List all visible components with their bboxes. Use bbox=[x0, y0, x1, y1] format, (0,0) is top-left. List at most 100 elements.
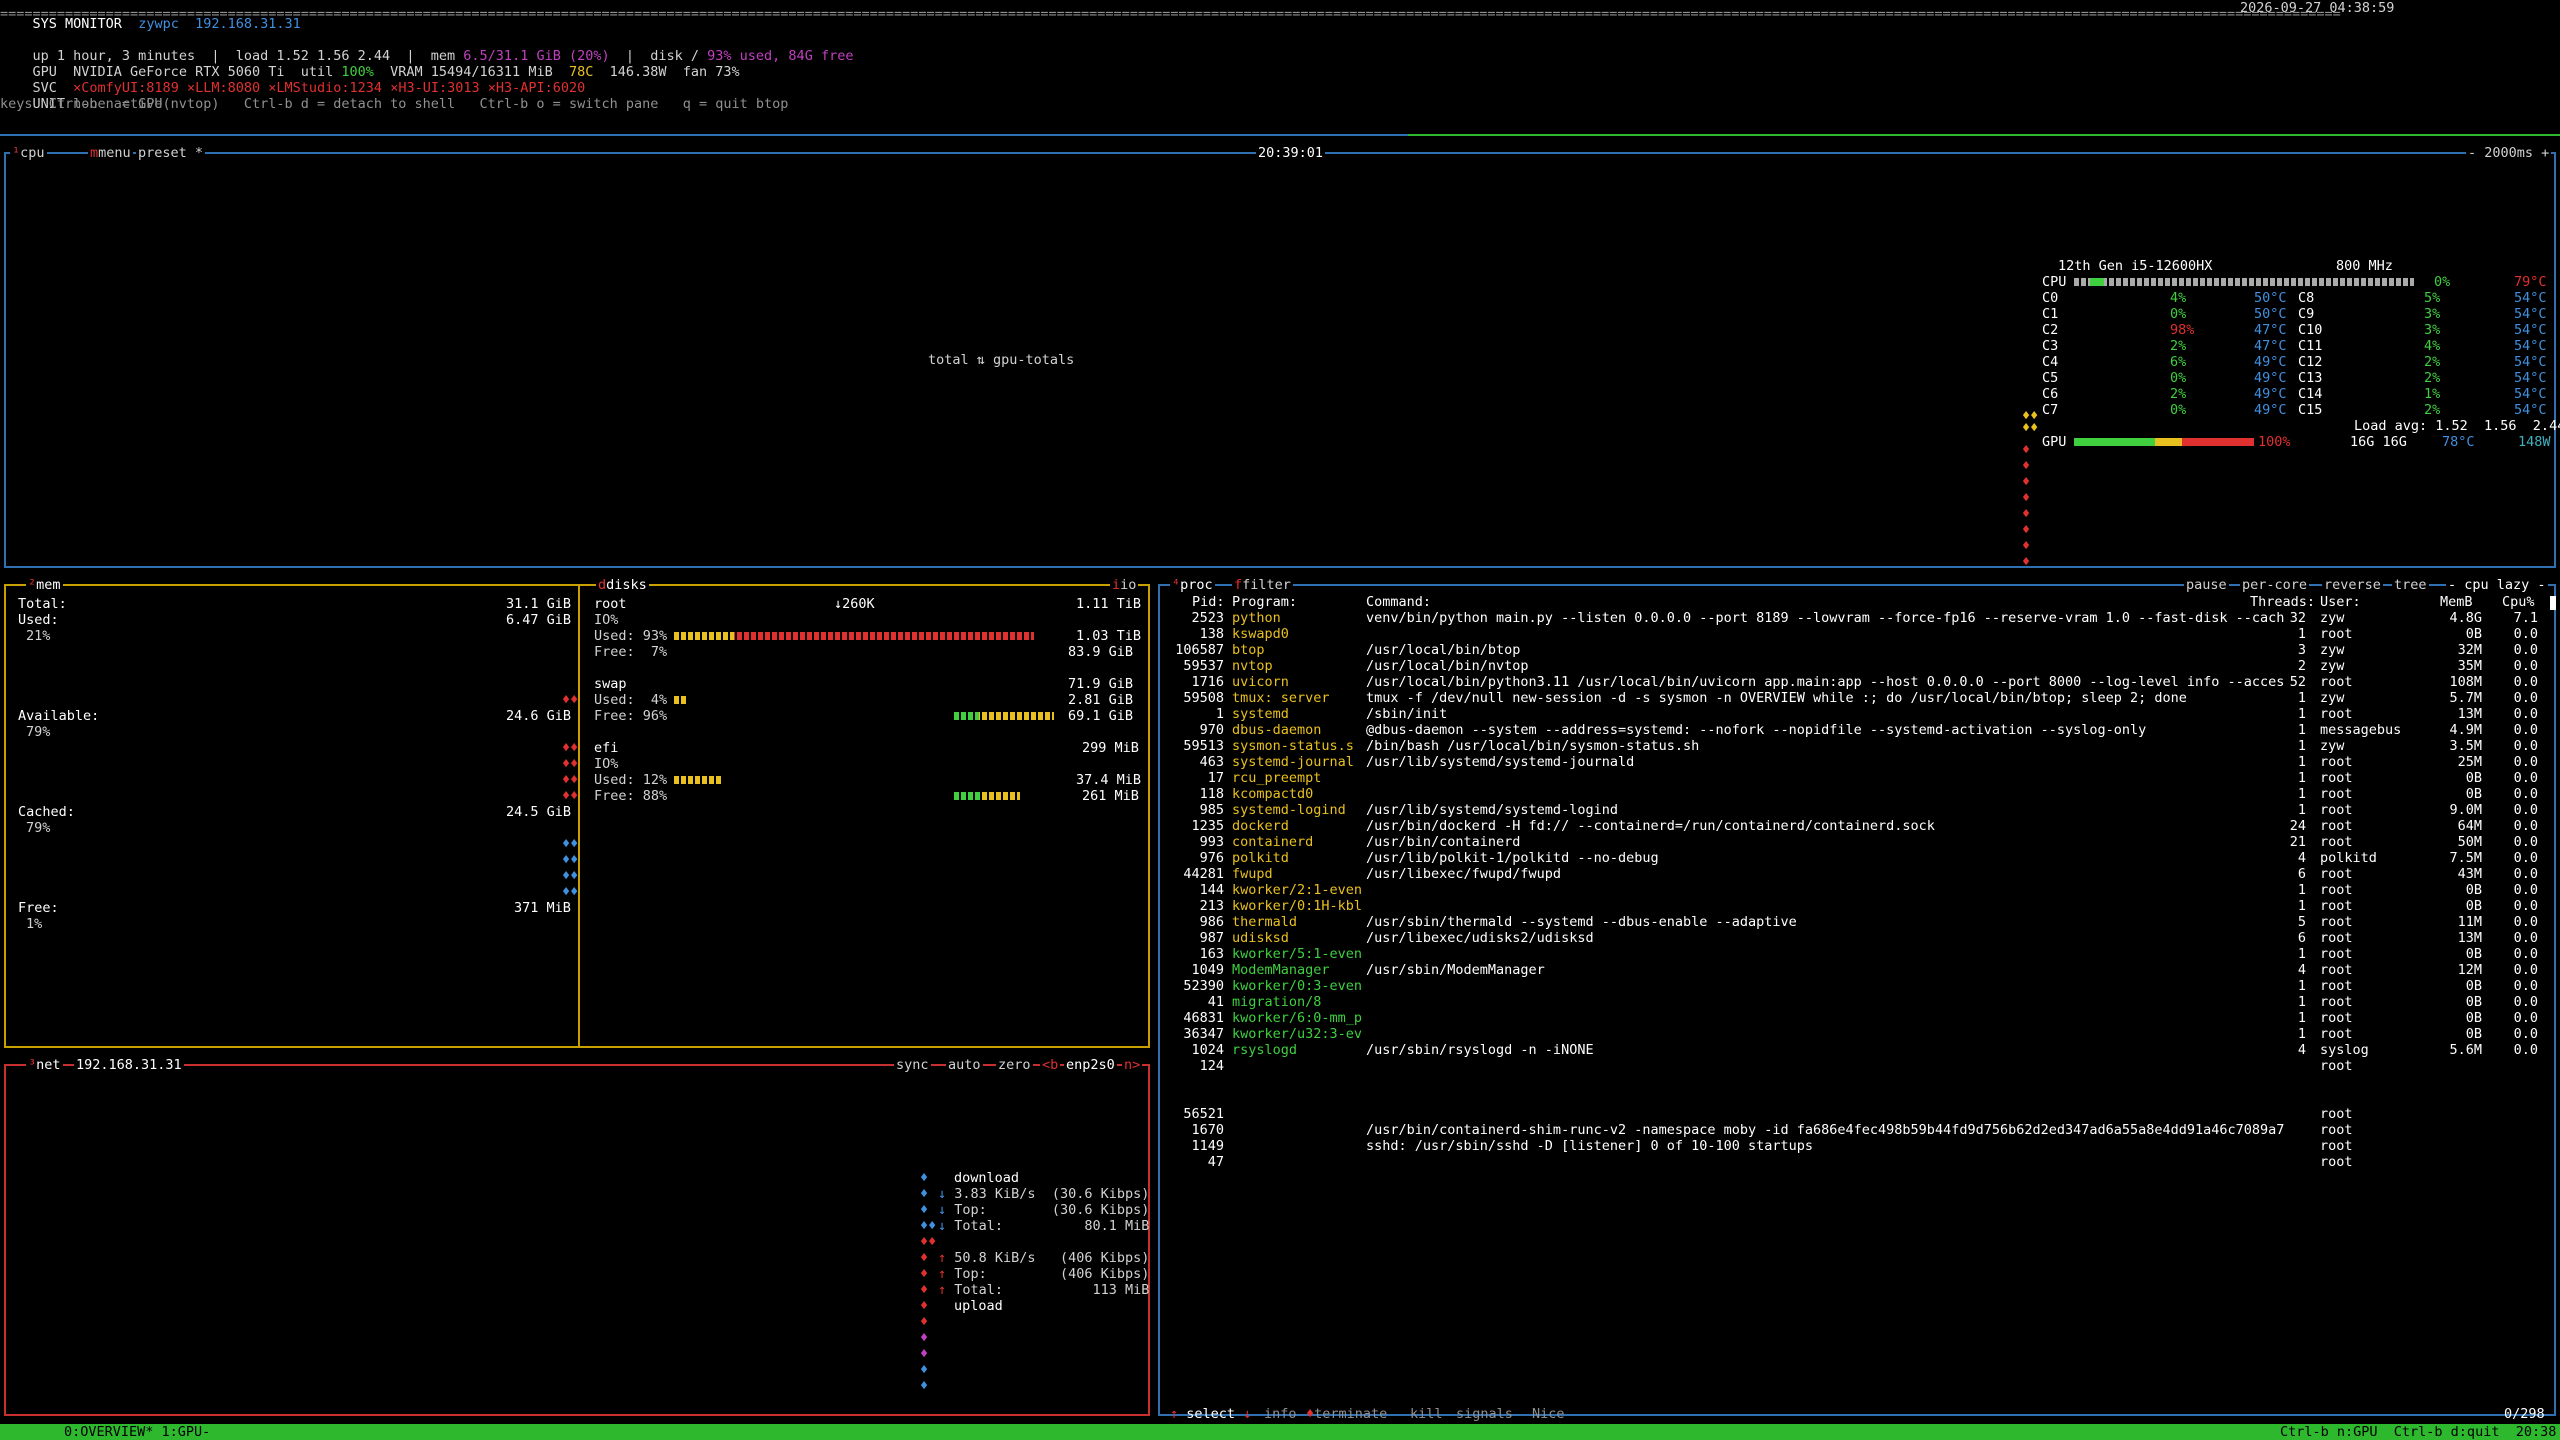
footer-signals[interactable]: signals bbox=[1456, 1406, 1513, 1422]
proc-tab-tree[interactable]: tree bbox=[2392, 577, 2429, 593]
process-row[interactable]: 47 root bbox=[1160, 1154, 2550, 1170]
proc-filter[interactable]: filter bbox=[1242, 577, 1291, 593]
scrollbar-thumb[interactable] bbox=[2550, 596, 2556, 610]
process-row[interactable]: 138 kswapd0 1 root 0B 0.0 bbox=[1160, 626, 2550, 642]
process-row[interactable]: 1049 ModemManager/usr/sbin/ModemManager 4 r… bbox=[1160, 962, 2550, 978]
proc-mem: 7.5M bbox=[2449, 850, 2482, 866]
process-row[interactable]: 986 thermald/usr/sbin/thermald --systemd … bbox=[1160, 914, 2550, 930]
process-row[interactable]: 1149 sshd: /usr/sbin/sshd -D [listener] 0… bbox=[1160, 1138, 2550, 1154]
process-row[interactable]: 59537 nvtop/usr/local/bin/nvtop 2 zyw 35M 0.0 bbox=[1160, 658, 2550, 674]
col-pid[interactable]: Pid: bbox=[1192, 594, 1225, 610]
col-program[interactable]: Program: bbox=[1232, 594, 1297, 610]
process-row[interactable]: 17 rcu_preempt 1 root 0B 0.0 bbox=[1160, 770, 2550, 786]
process-row[interactable]: 1024 rsyslogd/usr/sbin/rsyslogd -n -iNONE… bbox=[1160, 1042, 2550, 1058]
process-row[interactable]: 106587 btop/usr/local/bin/btop 3 zyw 32M 0.0 bbox=[1160, 642, 2550, 658]
proc-mem: 0B bbox=[2465, 978, 2482, 994]
footer-terminate[interactable]: terminate bbox=[1314, 1406, 1387, 1422]
proc-tab-percore[interactable]: per-core bbox=[2240, 577, 2310, 593]
col-command[interactable]: Command: bbox=[1366, 594, 1431, 610]
process-row[interactable]: 2523 python venv/bin/python main.py --list… bbox=[1160, 610, 2550, 626]
net-title[interactable]: net bbox=[36, 1057, 60, 1073]
process-row[interactable]: 993 containerd/usr/bin/containerd 21 root 50… bbox=[1160, 834, 2550, 850]
process-row[interactable]: 213 kworker/0:1H-kbl 1 root 0B 0.0 bbox=[1160, 898, 2550, 914]
process-row[interactable]: 1716 uvicorn/usr/local/bin/python3.11 /us… bbox=[1160, 674, 2550, 690]
process-row[interactable]: 41 migration/8 1 root 0B 0.0 bbox=[1160, 994, 2550, 1010]
proc-threads: 3 bbox=[2297, 642, 2306, 658]
disk-root-free-value: 83.9 GiB bbox=[1068, 644, 1134, 660]
net-next-iface[interactable]: n> bbox=[1122, 1057, 1143, 1073]
proc-mem: 5.7M bbox=[2449, 690, 2482, 706]
proc-sort[interactable]: - cpu lazy - bbox=[2446, 577, 2548, 593]
proc-user: zyw bbox=[2320, 642, 2345, 658]
proc-threads: 1 bbox=[2297, 738, 2306, 754]
process-row[interactable]: 56521 root bbox=[1160, 1106, 2550, 1122]
core-name: C0 bbox=[2042, 290, 2059, 306]
process-row[interactable]: 118 kcompactd0 1 root 0B 0.0 bbox=[1160, 786, 2550, 802]
proc-threads: 52 bbox=[2289, 674, 2306, 690]
tab-menu[interactable]: menu bbox=[98, 145, 131, 161]
proc-cpu: 0.0 bbox=[2513, 706, 2538, 722]
process-row[interactable]: 970 dbus-daemon @dbus-daemon --system --ad… bbox=[1160, 722, 2550, 738]
disk-efi-free-value: 261 MiB bbox=[1082, 788, 1139, 804]
gpu-temp-small: 78°C bbox=[2442, 434, 2475, 450]
proc-command: sshd: /usr/sbin/sshd -D [listener] 0 of … bbox=[1366, 1138, 1814, 1154]
process-row[interactable]: 36347 kworker/u32:3-ev 1 root 0B 0.0 bbox=[1160, 1026, 2550, 1042]
proc-command: /bin/bash /usr/local/bin/sysmon-status.s… bbox=[1366, 738, 1700, 754]
proc-title[interactable]: proc bbox=[1180, 577, 1213, 593]
process-row[interactable]: 46831 kworker/6:0-mm_p 1 root 0B 0.0 bbox=[1160, 1010, 2550, 1026]
proc-tab-pause[interactable]: pause bbox=[2184, 577, 2229, 593]
mem-panel: ²mem Total: 31.1 GiB Used: 6.47 GiB 21% … bbox=[4, 577, 1150, 1048]
process-row[interactable]: 463 systemd-journal/usr/lib/systemd/syste… bbox=[1160, 754, 2550, 770]
tab-cpu[interactable]: cpu bbox=[20, 145, 44, 161]
io-tab[interactable]: io bbox=[1120, 577, 1136, 593]
proc-user: root bbox=[2320, 1058, 2353, 1074]
net-tab-auto[interactable]: auto bbox=[948, 1057, 981, 1073]
proc-user: root bbox=[2320, 882, 2353, 898]
process-row[interactable] bbox=[1160, 1074, 2550, 1090]
process-row[interactable]: 1670/usr/bin/containerd-shim-runc-v2 -na… bbox=[1160, 1122, 2550, 1138]
col-cpu[interactable]: Cpu% bbox=[2502, 594, 2535, 610]
net-ip: 192.168.31.31 bbox=[74, 1057, 184, 1073]
process-row[interactable]: 976 polkitd/usr/lib/polkit-1/polkitd --no… bbox=[1160, 850, 2550, 866]
process-row[interactable]: 163 kworker/5:1-even 1 root 0B 0.0 bbox=[1160, 946, 2550, 962]
proc-threads: 1 bbox=[2297, 978, 2306, 994]
disk-swap-free-value: 69.1 GiB bbox=[1068, 708, 1134, 724]
tab-preset[interactable]: preset * bbox=[136, 145, 206, 161]
mem-title[interactable]: mem bbox=[36, 577, 60, 593]
net-tab-sync[interactable]: sync bbox=[896, 1057, 929, 1073]
col-mem[interactable]: MemB bbox=[2440, 594, 2473, 610]
footer-nice[interactable]: Nice bbox=[1532, 1406, 1565, 1422]
disk-swap-used-value: 2.81 GiB bbox=[1068, 692, 1134, 708]
process-row[interactable]: 59508 tmux: server tmux -f /dev/null new-s… bbox=[1160, 690, 2550, 706]
net-prev-iface[interactable]: <b bbox=[1040, 1057, 1061, 1073]
process-row[interactable]: 144 kworker/2:1-even 1 root 0B 0.0 bbox=[1160, 882, 2550, 898]
interval-control[interactable]: - 2000ms + bbox=[2466, 145, 2552, 161]
col-user[interactable]: User: bbox=[2320, 594, 2361, 610]
process-row[interactable] bbox=[1160, 1090, 2550, 1106]
process-row[interactable]: 1 systemd/sbin/init 1 root 13M 0.0 bbox=[1160, 706, 2550, 722]
process-row[interactable]: 44281 fwupd/usr/libexec/fwupd/fwupd 6 root 4… bbox=[1160, 866, 2550, 882]
process-row[interactable]: 985 systemd-logind/usr/lib/systemd/system… bbox=[1160, 802, 2550, 818]
core-temp: 54°C bbox=[2514, 306, 2547, 322]
proc-mem: 0B bbox=[2465, 770, 2482, 786]
process-row[interactable]: 59513 sysmon-status.s/bin/bash /usr/local… bbox=[1160, 738, 2550, 754]
process-row[interactable]: 124 root bbox=[1160, 1058, 2550, 1074]
proc-mem: 0B bbox=[2465, 1026, 2482, 1042]
proc-program: rsyslogd bbox=[1232, 1042, 1298, 1058]
col-threads[interactable]: Threads: bbox=[2250, 594, 2315, 610]
footer-info[interactable]: info bbox=[1264, 1406, 1297, 1422]
tmux-session-windows[interactable]: 0:OVERVIEW* 1:GPU- bbox=[64, 1424, 210, 1440]
disks-title[interactable]: disks bbox=[606, 577, 647, 593]
process-row[interactable]: 1235 dockerd/usr/bin/dockerd -H fd:// --c… bbox=[1160, 818, 2550, 834]
gpu-rest: 146.38W fan 73% bbox=[593, 64, 740, 80]
footer-kill[interactable]: kill bbox=[1410, 1406, 1443, 1422]
proc-threads: 4 bbox=[2297, 962, 2306, 978]
tmux-status-bar: 0:OVERVIEW* 1:GPU- Ctrl-b n:GPU Ctrl-b d… bbox=[0, 1424, 2560, 1440]
footer-select[interactable]: select bbox=[1186, 1406, 1235, 1422]
proc-tab-reverse[interactable]: reverse bbox=[2322, 577, 2383, 593]
net-tab-zero[interactable]: zero bbox=[998, 1057, 1031, 1073]
process-row[interactable]: 987 udisksd/usr/libexec/udisks2/udisksd 6 r… bbox=[1160, 930, 2550, 946]
proc-threads: 4 bbox=[2297, 1042, 2306, 1058]
mem-total-value: 31.1 GiB bbox=[506, 596, 572, 612]
process-row[interactable]: 52390 kworker/0:3-even 1 root 0B 0.0 bbox=[1160, 978, 2550, 994]
